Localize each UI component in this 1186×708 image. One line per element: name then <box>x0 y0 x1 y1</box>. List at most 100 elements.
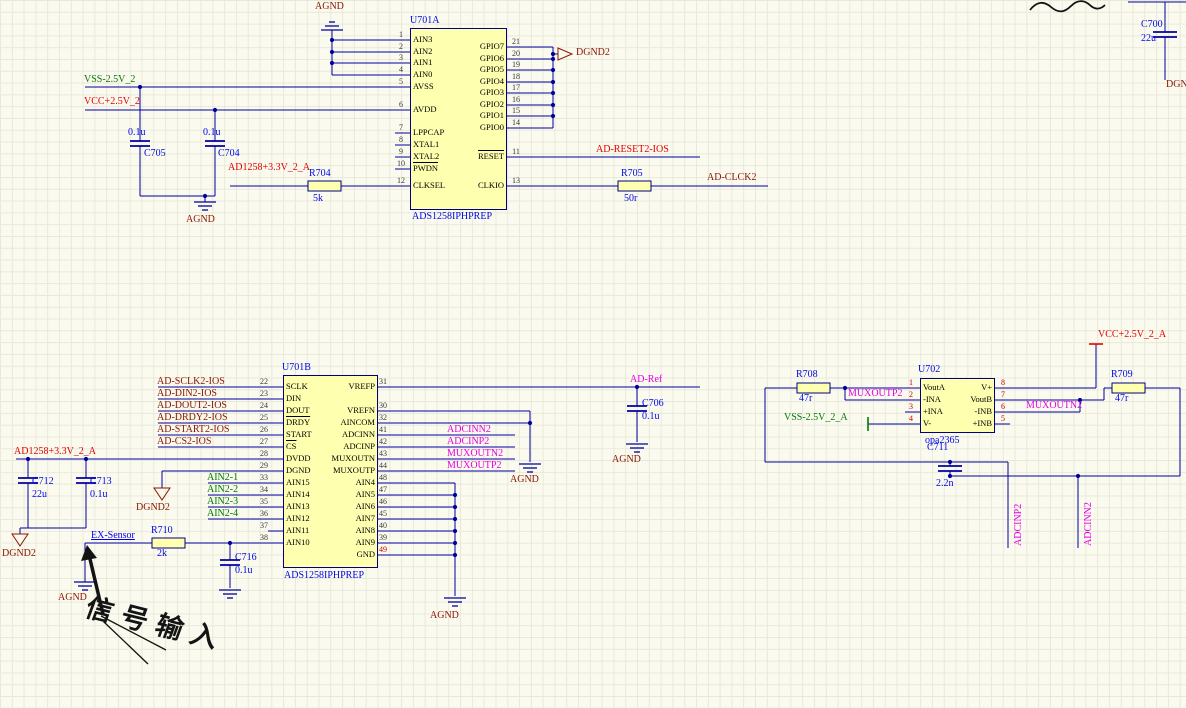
net-label-dgnd-clipped[interactable]: DGN <box>1166 79 1186 90</box>
c716-designator[interactable]: C716 <box>235 552 257 563</box>
pin-number: 42 <box>379 437 387 446</box>
pin-name: AIN4 <box>355 477 375 487</box>
net-label-muxoutn2-right[interactable]: MUXOUTN2 <box>1026 400 1082 411</box>
net-label-agnd-c706[interactable]: AGND <box>612 454 641 465</box>
pin-number: 34 <box>260 485 268 494</box>
net-label-ad-din2[interactable]: AD-DIN2-IOS <box>157 388 217 399</box>
net-label-agnd-exsensor[interactable]: AGND <box>58 592 87 603</box>
resistor-body[interactable] <box>617 180 652 192</box>
net-label-muxoutp2-left[interactable]: MUXOUTP2 <box>447 460 501 471</box>
net-label-vss-2v5-2a[interactable]: VSS-2.5V_2_A <box>784 412 848 423</box>
pin-number: 38 <box>260 533 268 542</box>
c705-value[interactable]: 0.1u <box>128 127 146 138</box>
resistor-body[interactable] <box>1111 382 1146 394</box>
net-label-dgnd2-gpio[interactable]: DGND2 <box>576 47 610 58</box>
junction-dot <box>227 540 233 546</box>
pin-number: 7 <box>1001 390 1005 399</box>
net-label-ain2-2[interactable]: AIN2-2 <box>207 484 238 495</box>
r704-designator[interactable]: R704 <box>309 168 331 179</box>
net-label-dgnd2-bottomleft[interactable]: DGND2 <box>2 548 36 559</box>
pin-number: 31 <box>379 377 387 386</box>
chip-designator-u701a[interactable]: U701A <box>410 15 439 26</box>
power-port-symbol[interactable] <box>153 487 171 501</box>
net-label-adcinp2[interactable]: ADCINP2 <box>447 436 489 447</box>
pin-name: DIN <box>286 393 302 403</box>
net-label-ain2-1[interactable]: AIN2-1 <box>207 472 238 483</box>
c712-value[interactable]: 22u <box>32 489 47 500</box>
pin-number: 30 <box>379 401 387 410</box>
net-label-vcc-2v5-2[interactable]: VCC+2.5V_2 <box>84 96 140 107</box>
net-label-agnd-top[interactable]: AGND <box>315 1 344 12</box>
power-port-symbol[interactable] <box>11 533 29 547</box>
net-label-vss-2v5-2[interactable]: VSS-2.5V_2 <box>84 74 135 85</box>
net-label-ad-clck2[interactable]: AD-CLCK2 <box>707 172 756 183</box>
junction-dot <box>452 540 458 546</box>
chip-part-u701a[interactable]: ADS1258IPHPREP <box>412 211 492 222</box>
r705-designator[interactable]: R705 <box>621 168 643 179</box>
net-label-ex-sensor[interactable]: EX-Sensor <box>91 530 135 541</box>
chip-designator-u701b[interactable]: U701B <box>282 362 311 373</box>
c700-designator[interactable]: C700 <box>1141 19 1163 30</box>
r708-value[interactable]: 47r <box>799 393 812 404</box>
net-label-ad-cs2[interactable]: AD-CS2-IOS <box>157 436 211 447</box>
c711-designator[interactable]: C711 <box>927 442 948 453</box>
net-label-ad-dout2[interactable]: AD-DOUT2-IOS <box>157 400 227 411</box>
r708-designator[interactable]: R708 <box>796 369 818 380</box>
net-label-dgnd2-pin29[interactable]: DGND2 <box>136 502 170 513</box>
net-label-adcinp2-vertical[interactable]: ADCINP2 <box>1013 504 1024 546</box>
r710-designator[interactable]: R710 <box>151 525 173 536</box>
c706-value[interactable]: 0.1u <box>642 411 660 422</box>
resistor-body[interactable] <box>796 382 831 394</box>
c713-designator[interactable]: C713 <box>90 476 112 487</box>
net-label-ad1258-left[interactable]: AD1258+3.3V_2_A <box>14 446 96 457</box>
pin-number: 13 <box>512 176 520 185</box>
net-label-ad1258-top[interactable]: AD1258+3.3V_2_A <box>228 162 310 173</box>
r709-value[interactable]: 47r <box>1115 393 1128 404</box>
c713-value[interactable]: 0.1u <box>90 489 108 500</box>
pin-number: 6 <box>399 100 403 109</box>
net-label-adcinn2-vertical[interactable]: ADCINN2 <box>1083 502 1094 546</box>
resistor-body[interactable] <box>151 537 186 549</box>
c700-value[interactable]: 22u <box>1141 33 1156 44</box>
pin-name: GPIO1 <box>479 110 504 120</box>
r705-value[interactable]: 50r <box>624 193 637 204</box>
net-label-agnd-ainbus[interactable]: AGND <box>430 610 459 621</box>
power-port-symbol[interactable] <box>557 47 574 61</box>
pin-number: 9 <box>399 147 403 156</box>
c706-designator[interactable]: C706 <box>642 398 664 409</box>
net-label-muxoutp2-right[interactable]: MUXOUTP2 <box>848 388 902 399</box>
c716-value[interactable]: 0.1u <box>235 565 253 576</box>
net-label-ad-drdy2[interactable]: AD-DRDY2-IOS <box>157 412 228 423</box>
c704-value[interactable]: 0.1u <box>203 127 221 138</box>
net-label-agnd-caps[interactable]: AGND <box>186 214 215 225</box>
net-label-agnd-vrefn[interactable]: AGND <box>510 474 539 485</box>
junction-dot <box>550 67 556 73</box>
net-label-ad-ref[interactable]: AD-Ref <box>630 374 662 385</box>
net-label-ad-start2[interactable]: AD-START2-IOS <box>157 424 230 435</box>
c711-value[interactable]: 2.2n <box>936 478 954 489</box>
pin-number: 2 <box>909 390 913 399</box>
chip-designator-u702[interactable]: U702 <box>918 364 940 375</box>
c712-designator[interactable]: C712 <box>32 476 54 487</box>
pin-name: GPIO6 <box>479 53 504 63</box>
net-label-adcinn2[interactable]: ADCINN2 <box>447 424 491 435</box>
resistor-body[interactable] <box>307 180 342 192</box>
net-label-ain2-4[interactable]: AIN2-4 <box>207 508 238 519</box>
net-label-ad-reset2[interactable]: AD-RESET2-IOS <box>596 144 669 155</box>
net-label-ain2-3[interactable]: AIN2-3 <box>207 496 238 507</box>
junction-dot <box>842 385 848 391</box>
pin-number: 47 <box>379 485 387 494</box>
junction-dot <box>202 193 208 199</box>
c705-designator[interactable]: C705 <box>144 148 166 159</box>
pin-number: 21 <box>512 37 520 46</box>
c704-designator[interactable]: C704 <box>218 148 240 159</box>
r704-value[interactable]: 5k <box>313 193 323 204</box>
net-label-muxoutn2-left[interactable]: MUXOUTN2 <box>447 448 503 459</box>
r709-designator[interactable]: R709 <box>1111 369 1133 380</box>
pin-number: 1 <box>909 378 913 387</box>
r710-value[interactable]: 2k <box>157 548 167 559</box>
pin-name: GPIO5 <box>479 64 504 74</box>
net-label-vcc-2v5-2a[interactable]: VCC+2.5V_2_A <box>1098 329 1166 340</box>
net-label-ad-sclk2[interactable]: AD-SCLK2-IOS <box>157 376 225 387</box>
chip-part-u701b[interactable]: ADS1258IPHPREP <box>284 570 364 581</box>
